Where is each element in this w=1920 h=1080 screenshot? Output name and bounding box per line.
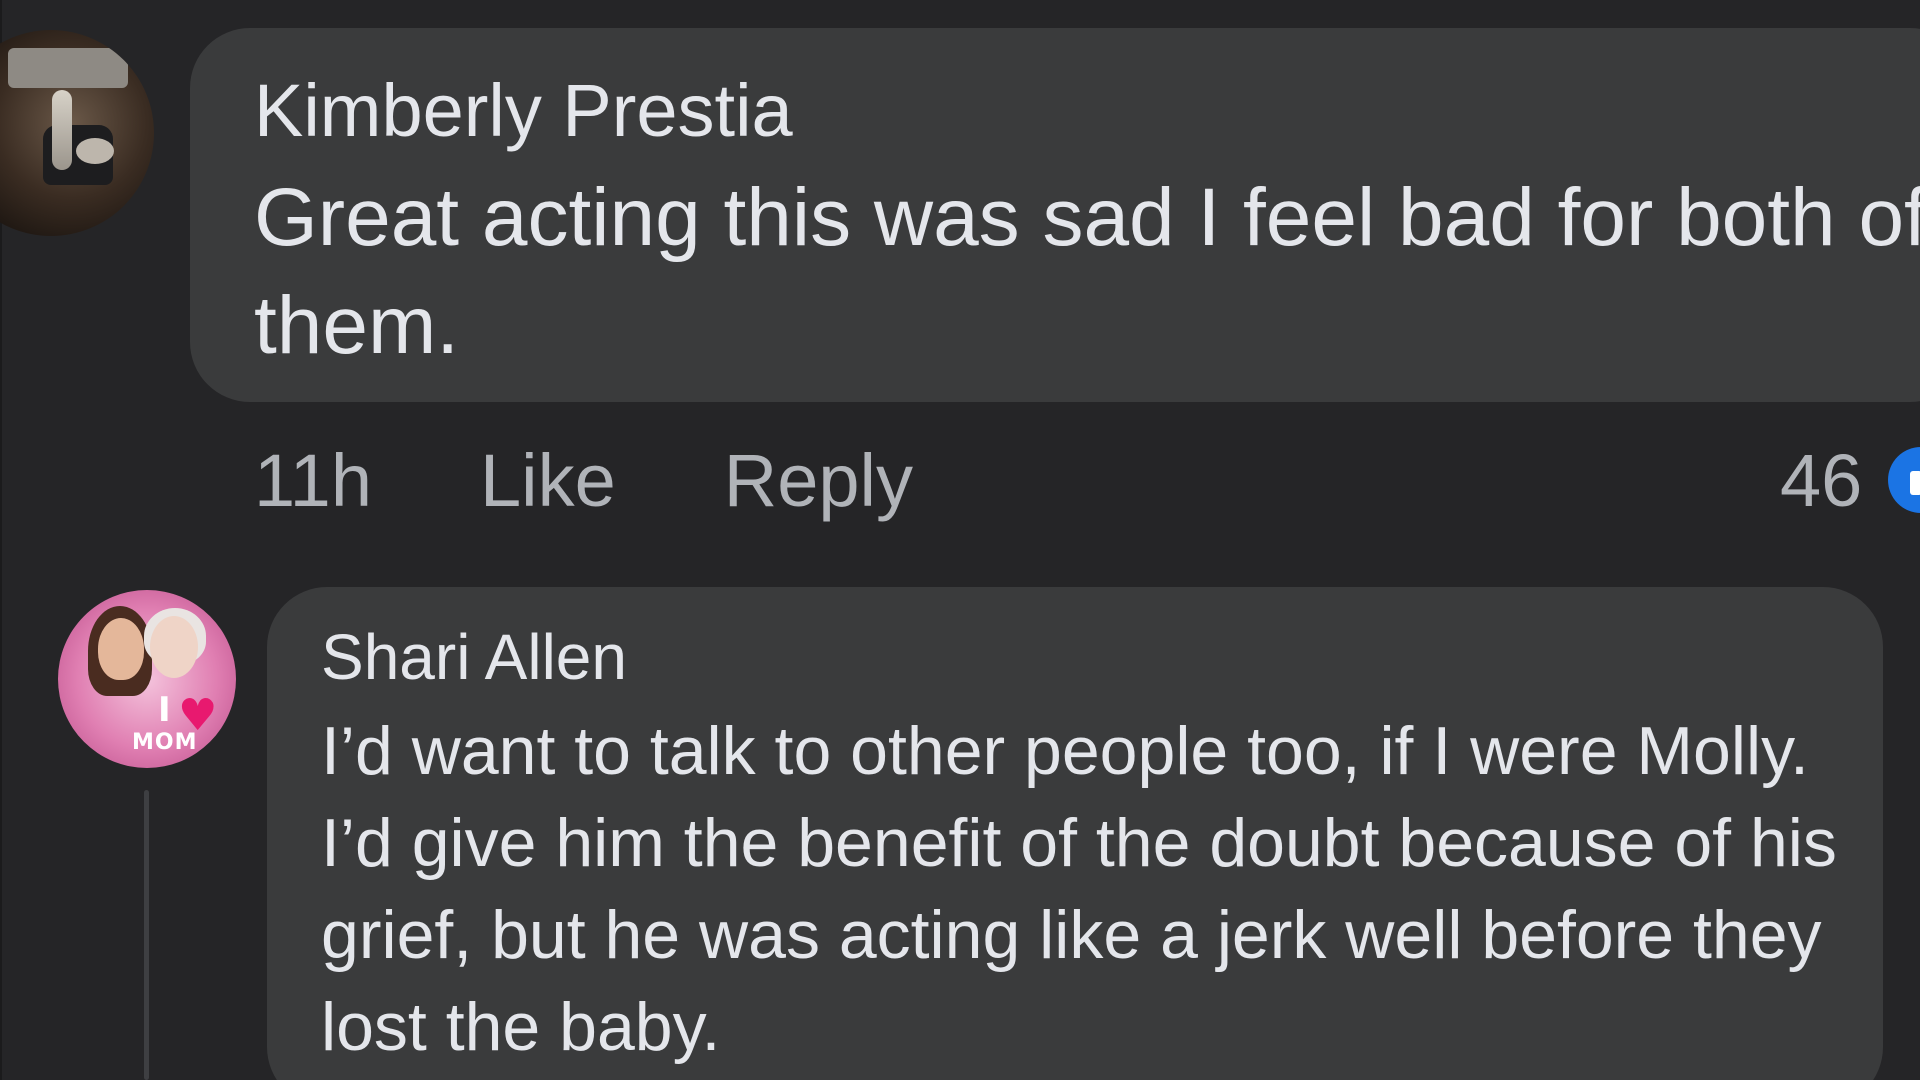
comment-thread: Kimberly Prestia Great acting this was s… <box>0 0 1920 1080</box>
avatar-background-detail <box>8 48 128 88</box>
reply-button[interactable]: Reply <box>724 438 913 523</box>
thumb-glyph <box>1910 471 1920 495</box>
comment-bubble-2: Shari Allen I’d want to talk to other pe… <box>267 587 1883 1080</box>
avatar-kimberly-prestia[interactable] <box>0 30 154 236</box>
comment-text: I’d want to talk to other people too, if… <box>321 713 1837 1065</box>
avatar-cat <box>76 138 114 164</box>
like-button[interactable]: Like <box>480 438 616 523</box>
comment-text: Great acting this was sad I feel bad for… <box>254 172 1920 371</box>
avatar-dog <box>52 90 72 170</box>
avatar-badge-word: MOM <box>132 730 198 755</box>
reaction-count: 46 <box>1780 438 1863 522</box>
comment-author-name[interactable]: Kimberly Prestia <box>254 66 793 156</box>
avatar-badge-letter: I <box>158 690 171 730</box>
thread-connector-line <box>144 790 149 1080</box>
avatar-face <box>150 616 198 678</box>
comment-timestamp[interactable]: 11h <box>254 438 372 523</box>
avatar-shari-allen[interactable]: I ♥ MOM <box>58 590 236 768</box>
like-reaction-icon <box>1888 447 1920 513</box>
avatar-face <box>98 618 144 680</box>
comment-bubble-1: Kimberly Prestia Great acting this was s… <box>190 28 1920 402</box>
reaction-summary[interactable]: 46 <box>1780 430 1920 530</box>
comment-author-name[interactable]: Shari Allen <box>321 617 627 697</box>
comment-actions: 11h Like Reply <box>254 430 913 530</box>
